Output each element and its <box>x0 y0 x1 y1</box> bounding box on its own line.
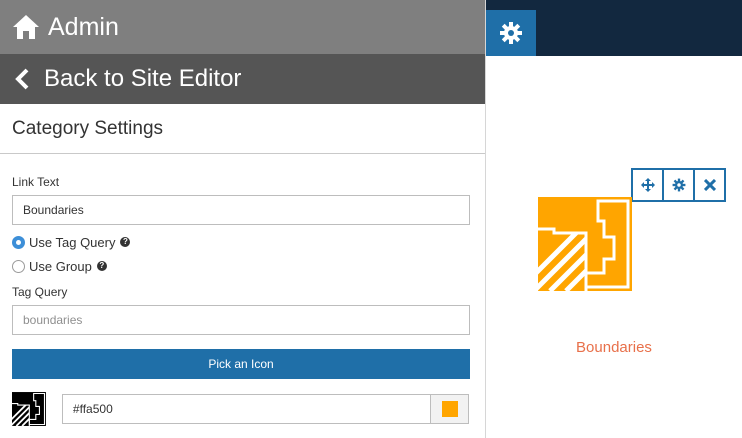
color-hex-input[interactable] <box>62 395 430 423</box>
tag-query-input[interactable] <box>12 305 470 335</box>
admin-title: Admin <box>48 12 119 41</box>
boundaries-icon <box>538 197 632 291</box>
use-group-radio[interactable]: Use Group ? <box>12 257 469 275</box>
pick-icon-button[interactable]: Pick an Icon <box>12 349 470 379</box>
close-icon <box>703 179 716 191</box>
use-group-label: Use Group <box>29 258 92 274</box>
gear-icon <box>672 178 685 192</box>
category-settings-button[interactable] <box>662 168 695 202</box>
color-picker-button[interactable] <box>430 395 468 423</box>
color-field <box>61 394 469 424</box>
link-text-input[interactable] <box>12 195 470 225</box>
use-tag-query-label: Use Tag Query <box>29 234 116 250</box>
radio-checked[interactable] <box>12 235 25 249</box>
category-toolbar <box>631 168 726 202</box>
gear-icon <box>500 22 522 44</box>
page: Admin Back to Site Editor Category Setti… <box>0 0 742 438</box>
category-form: Link Text Use Tag Query ? Use Group ? Ta… <box>0 175 485 426</box>
help-icon[interactable]: ? <box>96 261 107 271</box>
color-row <box>12 392 469 426</box>
preview-panel: Boundaries <box>486 0 742 438</box>
use-tag-query-radio[interactable]: Use Tag Query ? <box>12 233 469 251</box>
section-title: Category Settings <box>0 104 485 154</box>
chevron-left-icon <box>15 68 29 90</box>
tag-query-label: Tag Query <box>12 285 68 299</box>
preview-topbar <box>486 0 742 56</box>
admin-header[interactable]: Admin <box>0 0 485 54</box>
move-button[interactable] <box>631 168 664 202</box>
color-swatch <box>441 401 458 417</box>
help-icon[interactable]: ? <box>120 237 131 247</box>
back-to-site-editor-button[interactable]: Back to Site Editor <box>0 54 485 104</box>
link-text-label: Link Text <box>12 175 60 189</box>
remove-button[interactable] <box>693 168 726 202</box>
move-icon <box>640 178 655 192</box>
boundaries-icon-thumbnail <box>12 392 46 426</box>
back-label: Back to Site Editor <box>44 65 242 92</box>
radio-unchecked[interactable] <box>12 259 25 273</box>
home-icon <box>13 15 39 39</box>
settings-gear-button[interactable] <box>486 10 536 56</box>
settings-panel: Admin Back to Site Editor Category Setti… <box>0 0 486 438</box>
category-label[interactable]: Boundaries <box>486 339 742 356</box>
